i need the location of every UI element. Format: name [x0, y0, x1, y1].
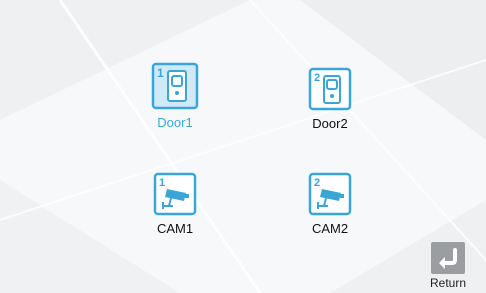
- background-pattern: [0, 0, 486, 293]
- camera-icon: 2: [308, 172, 352, 216]
- tile-index-label: 1: [159, 177, 165, 189]
- cam2-label: CAM2: [311, 221, 349, 236]
- return-arrow-icon: [431, 242, 465, 274]
- tile-index-label: 2: [314, 72, 320, 84]
- cam2-tile[interactable]: 2 CAM2: [275, 172, 385, 237]
- door1-label: Door1: [157, 115, 193, 130]
- door-intercom-icon: 2: [308, 67, 352, 111]
- door2-tile[interactable]: 2 Door2: [275, 67, 385, 132]
- camera-icon: 1: [153, 172, 197, 216]
- tile-index-label: 2: [314, 177, 320, 189]
- cam1-tile[interactable]: 1 CAM1: [120, 172, 230, 237]
- door1-tile[interactable]: 1 Door1: [120, 62, 230, 131]
- cam1-label: CAM1: [156, 221, 194, 236]
- door-intercom-icon: 1: [151, 62, 199, 110]
- return-label: Return: [429, 276, 467, 290]
- tile-index-label: 1: [157, 66, 164, 80]
- door2-label: Door2: [312, 116, 348, 131]
- return-button[interactable]: Return: [426, 242, 470, 290]
